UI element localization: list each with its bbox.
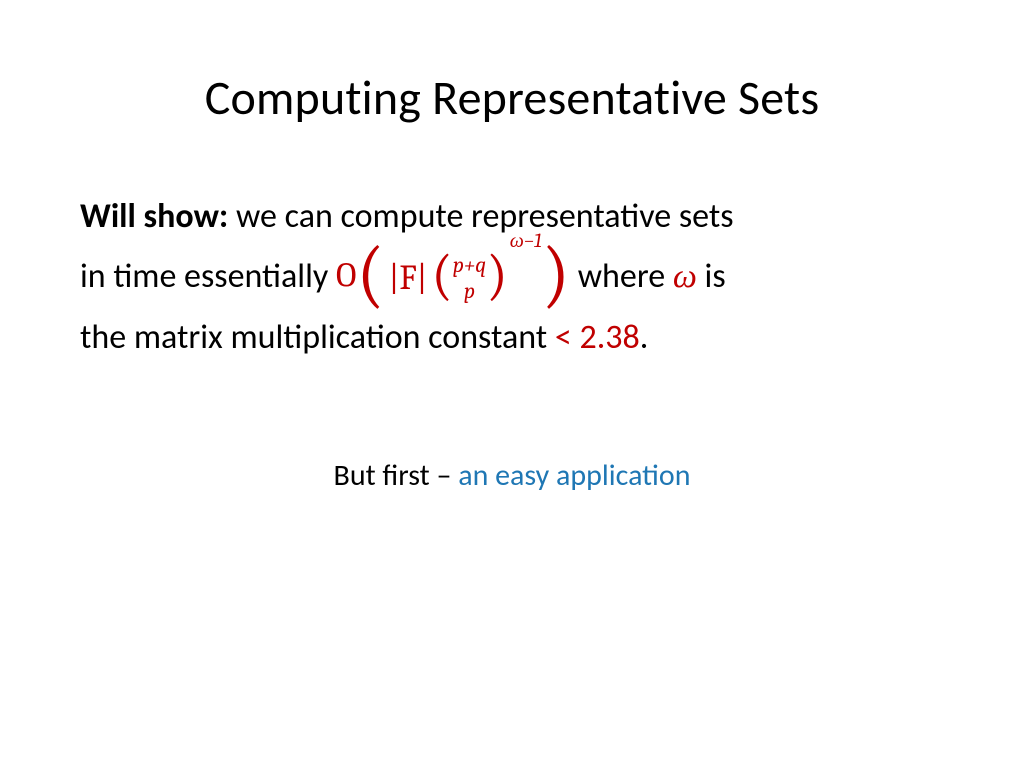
complexity-formula: O(|F|(p+qp)ω−1) bbox=[336, 249, 570, 308]
bound-value: < 2.38 bbox=[555, 317, 640, 358]
line2-suffix-b: is bbox=[697, 256, 726, 297]
subtitle-prefix: But first – bbox=[334, 457, 459, 494]
omega-symbol: ω bbox=[673, 256, 697, 296]
outer-lparen: ( bbox=[356, 245, 384, 304]
subtitle: But first – an easy application bbox=[80, 457, 944, 494]
body-text: Will show: we can compute representative… bbox=[80, 187, 944, 367]
line2-suffix-a: where bbox=[570, 256, 673, 297]
exponent: ω−1 bbox=[510, 231, 542, 251]
outer-rparen: ) bbox=[542, 245, 570, 304]
binomial: p+q p bbox=[453, 254, 487, 302]
line3-prefix: the matrix multiplication constant bbox=[80, 317, 555, 358]
binom-top: p+q bbox=[453, 254, 487, 276]
will-show-label: Will show: bbox=[80, 196, 228, 237]
slide-title: Computing Representative Sets bbox=[80, 68, 944, 127]
binom-rparen: ) bbox=[486, 253, 507, 298]
line3-suffix: . bbox=[640, 317, 649, 358]
line2-prefix: in time essentially bbox=[80, 256, 336, 297]
line1-part1: we can compute representative sets bbox=[228, 196, 733, 237]
binom-bot: p bbox=[453, 280, 487, 302]
binom-lparen: ( bbox=[431, 253, 452, 298]
abs-f: |F| bbox=[389, 261, 428, 295]
subtitle-accent: an easy application bbox=[458, 457, 690, 494]
slide: Computing Representative Sets Will show:… bbox=[0, 0, 1024, 768]
big-o-symbol: O bbox=[336, 256, 356, 296]
